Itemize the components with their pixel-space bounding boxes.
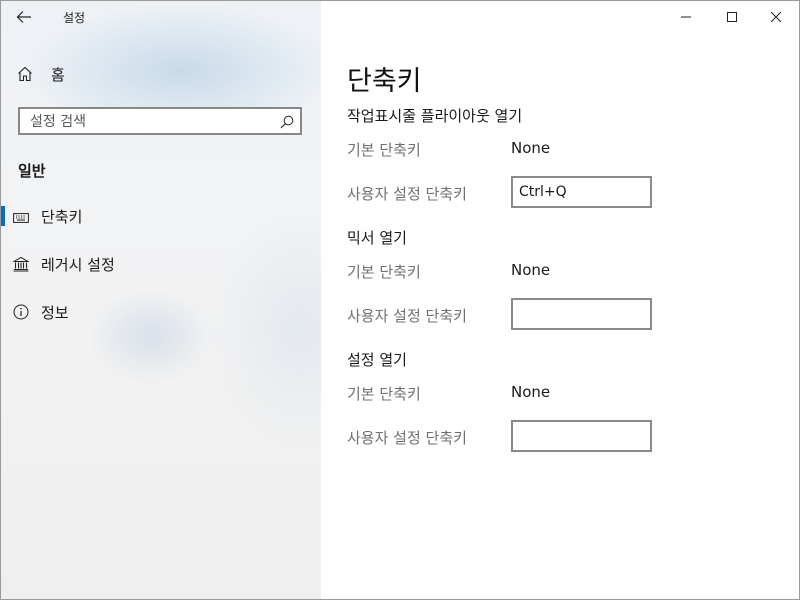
maximize-icon: [727, 12, 737, 22]
custom-shortcut-label: 사용자 설정 단축키: [347, 307, 467, 325]
keyboard-icon: [13, 209, 29, 228]
group-title-taskbar-flyout: 작업표시줄 플라이아웃 열기: [347, 107, 523, 125]
home-icon: [17, 66, 33, 86]
sidebar-item-legacy-settings[interactable]: 레거시 설정: [1, 246, 321, 282]
sidebar: 설정 홈 일반: [1, 1, 321, 599]
bank-icon: [12, 256, 30, 276]
page-title: 단축키: [347, 66, 422, 97]
default-shortcut-label: 기본 단축키: [347, 385, 421, 403]
window-controls: [321, 1, 799, 33]
back-button[interactable]: [9, 3, 39, 31]
sidebar-item-shortcuts[interactable]: 단축키: [1, 198, 321, 234]
nav-home[interactable]: 홈: [1, 57, 321, 91]
settings-window: 설정 홈 일반: [0, 0, 800, 600]
custom-shortcut-input-mixer[interactable]: [511, 298, 652, 330]
nav-home-label: 홈: [51, 66, 65, 84]
close-button[interactable]: [753, 1, 799, 33]
back-arrow-icon: [16, 11, 31, 23]
default-shortcut-label: 기본 단축키: [347, 141, 421, 159]
sidebar-item-about[interactable]: 정보: [1, 294, 321, 330]
search-icon[interactable]: [280, 114, 294, 133]
minimize-button[interactable]: [663, 1, 709, 33]
custom-shortcut-input-settings[interactable]: [511, 420, 652, 452]
maximize-button[interactable]: [709, 1, 755, 33]
sidebar-item-label: 정보: [41, 304, 69, 322]
search-box[interactable]: [18, 107, 302, 135]
custom-shortcut-input-taskbar-flyout[interactable]: [511, 176, 652, 208]
default-shortcut-value: None: [511, 139, 551, 157]
custom-shortcut-label: 사용자 설정 단축키: [347, 185, 467, 203]
sidebar-item-label: 레거시 설정: [41, 256, 115, 274]
title-bar: 설정: [1, 1, 321, 33]
default-shortcut-value: None: [511, 383, 551, 401]
group-title-mixer: 믹서 열기: [347, 229, 407, 247]
custom-shortcut-label: 사용자 설정 단축키: [347, 429, 467, 447]
active-indicator: [1, 206, 5, 226]
default-shortcut-label: 기본 단축키: [347, 263, 421, 281]
app-title: 설정: [63, 11, 86, 25]
close-icon: [771, 12, 781, 22]
default-shortcut-value: None: [511, 261, 551, 279]
minimize-icon: [681, 16, 691, 18]
section-label-general: 일반: [18, 162, 46, 180]
sidebar-item-label: 단축키: [41, 208, 83, 226]
search-input[interactable]: [28, 112, 272, 132]
info-icon: [13, 304, 29, 324]
group-title-settings: 설정 열기: [347, 351, 407, 369]
